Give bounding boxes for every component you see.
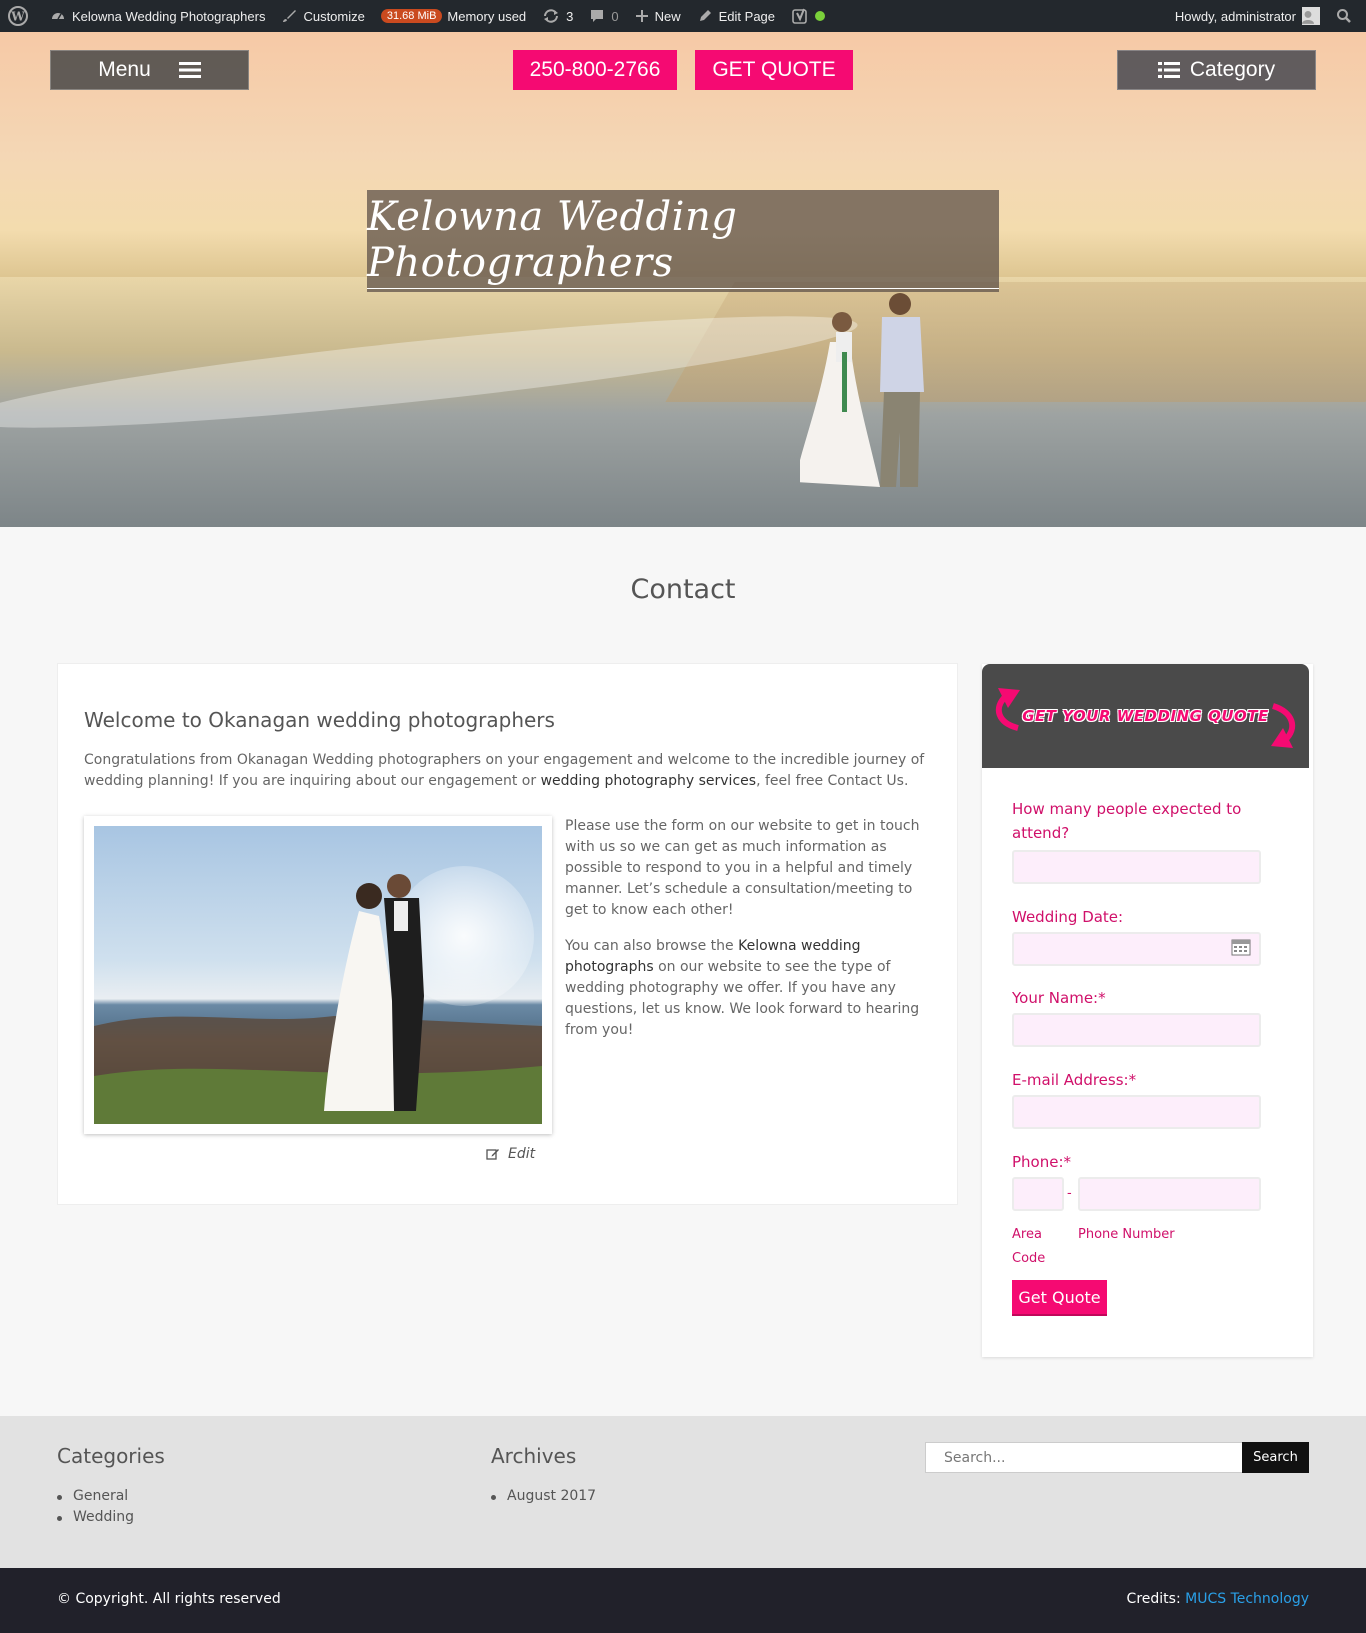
quote-banner-text: GET YOUR WEDDING QUOTE <box>1022 707 1269 725</box>
name-label: Your Name:* <box>1012 989 1106 1007</box>
edit-page-link[interactable]: Edit Page <box>689 0 783 32</box>
get-quote-label: GET QUOTE <box>712 58 836 81</box>
curved-arrow-left-icon <box>995 688 1020 731</box>
browse-text-start: You can also browse the <box>565 938 739 954</box>
brush-icon <box>283 10 297 22</box>
comments-count: 0 <box>611 8 619 24</box>
copyright-text: © Copyright. All rights reserved <box>57 1591 281 1607</box>
categories-title: Categories <box>57 1444 165 1468</box>
quote-banner: GET YOUR WEDDING QUOTE <box>982 664 1309 768</box>
area-code-label: Area Code <box>1012 1227 1046 1266</box>
seo-status-dot <box>815 11 826 21</box>
quote-form-widget: GET YOUR WEDDING QUOTE How many people e… <box>982 664 1313 1357</box>
credits-link[interactable]: MUCS Technology <box>1185 1591 1309 1607</box>
credits: Credits: MUCS Technology <box>1127 1591 1309 1607</box>
phone-number-input[interactable] <box>1078 1177 1261 1211</box>
category-button[interactable]: Category <box>1117 50 1316 90</box>
get-quote-submit-button[interactable]: Get Quote <box>1012 1280 1107 1316</box>
updates-count: 3 <box>566 8 574 24</box>
categories-list: General Wedding <box>57 1486 134 1528</box>
credits-label: Credits: <box>1126 1591 1181 1607</box>
new-content-link[interactable]: New <box>627 0 689 32</box>
wordpress-logo-button[interactable]: W <box>0 0 42 32</box>
page-title: Contact <box>630 574 736 605</box>
intro-paragraph: Congratulations from Okanagan Wedding ph… <box>84 750 930 792</box>
couple-illustration <box>800 293 924 487</box>
side-text: Please use the form on our website to ge… <box>565 816 935 1056</box>
content-card: Welcome to Okanagan wedding photographer… <box>57 663 958 1205</box>
wedding-date-label: Wedding Date: <box>1012 908 1124 926</box>
footer-search-button[interactable]: Search <box>1242 1442 1309 1473</box>
browse-paragraph: You can also browse the Kelowna wedding … <box>565 936 935 1041</box>
name-input[interactable] <box>1012 1013 1261 1047</box>
couple-photo <box>94 826 542 1124</box>
menu-label: Menu <box>98 58 151 81</box>
hamburger-icon <box>178 62 201 78</box>
edit-link[interactable]: Edit <box>486 1146 535 1162</box>
customize-label: Customize <box>303 8 365 24</box>
calendar-icon[interactable] <box>1231 938 1251 956</box>
footer-search-input[interactable]: Search... <box>925 1442 1243 1473</box>
comment-icon <box>591 10 604 22</box>
category-item-wedding[interactable]: Wedding <box>57 1507 134 1528</box>
menu-button[interactable]: Menu <box>50 50 249 90</box>
yoast-icon <box>792 8 807 24</box>
archive-item-august-2017[interactable]: August 2017 <box>491 1486 596 1507</box>
edit-page-label: Edit Page <box>718 8 776 24</box>
plus-icon <box>635 10 648 22</box>
admin-search-button[interactable] <box>1328 0 1366 32</box>
photo-couple-figure <box>94 874 542 1124</box>
phone-number-label: Phone Number <box>1078 1227 1175 1242</box>
customize-link[interactable]: Customize <box>273 0 372 32</box>
updates-link[interactable]: 3 <box>534 0 581 32</box>
seo-menu[interactable] <box>783 0 833 32</box>
memory-label: Memory used <box>447 8 527 24</box>
category-item-general[interactable]: General <box>57 1486 134 1507</box>
people-label: How many people expected to attend? <box>1012 800 1242 842</box>
avatar <box>1302 7 1320 25</box>
my-account-link[interactable]: Howdy, administrator <box>1167 0 1328 32</box>
new-label: New <box>654 8 681 24</box>
content-heading: Welcome to Okanagan wedding photographer… <box>84 708 555 732</box>
phone-number: 250-800-2766 <box>529 58 661 81</box>
curved-arrow-right-icon <box>1271 703 1296 748</box>
site-title: Kelowna Wedding Photographers <box>367 194 999 289</box>
footer-bottom: © Copyright. All rights reserved Credits… <box>0 1568 1366 1633</box>
hero-banner: Menu 250-800-2766 GET QUOTE Category Kel… <box>0 32 1366 527</box>
updates-icon <box>544 9 559 23</box>
email-label: E-mail Address:* <box>1012 1071 1137 1089</box>
search-icon <box>1337 9 1351 23</box>
wordpress-icon: W <box>8 6 28 26</box>
services-link[interactable]: wedding photography services <box>541 773 756 789</box>
edit-label: Edit <box>508 1146 536 1162</box>
get-quote-button[interactable]: GET QUOTE <box>695 50 853 90</box>
area-code-input[interactable] <box>1012 1177 1064 1211</box>
contact-paragraph: Please use the form on our website to ge… <box>565 818 920 918</box>
archives-title: Archives <box>491 1444 577 1468</box>
svg-text:W: W <box>10 10 25 24</box>
category-label: Category <box>1189 58 1276 81</box>
site-name: Kelowna Wedding Photographers <box>72 8 266 24</box>
admin-bar: W Kelowna Wedding Photographers Customiz… <box>0 0 1366 32</box>
site-title-banner[interactable]: Kelowna Wedding Photographers <box>367 190 999 292</box>
intro-text-end: , feel free Contact Us. <box>756 773 909 789</box>
couple-photo-frame <box>84 816 552 1134</box>
archives-list: August 2017 <box>491 1486 596 1507</box>
comments-link[interactable]: 0 <box>581 0 626 32</box>
pencil-icon <box>699 10 711 21</box>
memory-badge: 31.68 MiB <box>380 9 443 23</box>
howdy-label: Howdy, administrator <box>1174 8 1296 24</box>
email-input[interactable] <box>1012 1095 1261 1129</box>
memory-usage[interactable]: 31.68 MiB Memory used <box>373 0 534 32</box>
list-icon <box>1157 62 1180 78</box>
footer-widgets: Categories General Wedding Archives Augu… <box>0 1416 1366 1568</box>
wedding-date-input[interactable] <box>1012 932 1261 966</box>
phone-button[interactable]: 250-800-2766 <box>513 50 677 90</box>
people-input[interactable] <box>1012 850 1261 884</box>
phone-label: Phone:* <box>1012 1153 1072 1171</box>
phone-separator: - <box>1067 1186 1072 1201</box>
edit-icon <box>486 1149 499 1160</box>
site-name-link[interactable]: Kelowna Wedding Photographers <box>42 0 273 32</box>
dashboard-icon <box>52 13 64 20</box>
